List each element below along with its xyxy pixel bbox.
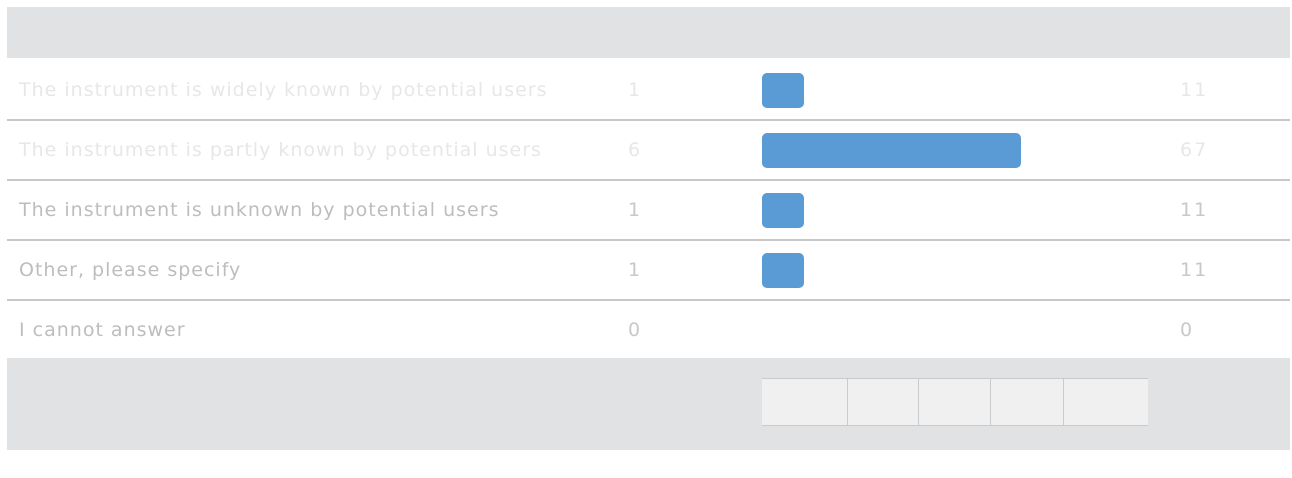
data-bar [762, 133, 1021, 168]
scale-tick [1063, 379, 1064, 425]
row-percent: 0 [1180, 319, 1195, 341]
row-count: 1 [628, 79, 641, 101]
data-bar [762, 73, 804, 108]
row-percent: 11 [1180, 199, 1209, 221]
table-row: The instrument is widely known by potent… [7, 60, 1290, 120]
scale-tick [990, 379, 991, 425]
bar-scale [762, 378, 1148, 426]
scale-tick [847, 379, 848, 425]
row-count: 1 [628, 199, 641, 221]
table-row: The instrument is unknown by potential u… [7, 180, 1290, 240]
row-label: The instrument is widely known by potent… [19, 79, 548, 101]
table-row: I cannot answer 0 0 [7, 300, 1290, 360]
row-label: Other, please specify [19, 259, 242, 281]
row-percent: 11 [1180, 259, 1209, 281]
table-header [7, 7, 1290, 58]
row-percent: 67 [1180, 139, 1209, 161]
row-count: 6 [628, 139, 641, 161]
row-label: I cannot answer [19, 319, 186, 341]
row-count: 0 [628, 319, 641, 341]
row-percent: 11 [1180, 79, 1209, 101]
data-bar [762, 253, 804, 288]
scale-tick [918, 379, 919, 425]
table-row: The instrument is partly known by potent… [7, 120, 1290, 180]
row-label: The instrument is partly known by potent… [19, 139, 542, 161]
data-bar [762, 193, 804, 228]
row-count: 1 [628, 259, 641, 281]
table-row: Other, please specify 1 11 [7, 240, 1290, 300]
row-label: The instrument is unknown by potential u… [19, 199, 500, 221]
